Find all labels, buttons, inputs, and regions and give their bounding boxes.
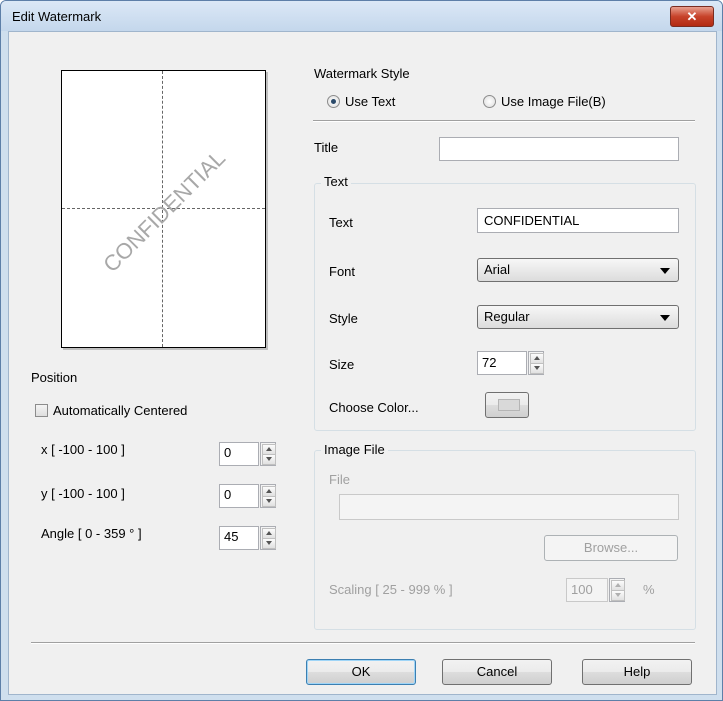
scaling-unit: %	[643, 582, 655, 597]
angle-input[interactable]: 45	[219, 526, 259, 550]
font-value: Arial	[484, 262, 511, 277]
style-value: Regular	[484, 309, 530, 324]
dialog-title: Edit Watermark	[12, 9, 102, 24]
font-label: Font	[329, 264, 356, 279]
angle-down-arrow-icon[interactable]	[262, 538, 276, 549]
use-image-file-label[interactable]: Use Image File(B)	[501, 94, 606, 109]
text-label: Text	[329, 215, 353, 230]
x-stepper[interactable]	[260, 442, 276, 466]
use-image-file-radio[interactable]	[483, 95, 496, 108]
use-text-label[interactable]: Use Text	[345, 94, 395, 109]
dialog-body: CONFIDENTIAL Position Automatically Cent…	[8, 31, 717, 695]
x-label: x [ -100 - 100 ]	[41, 442, 125, 457]
choose-color-button[interactable]	[485, 392, 529, 418]
color-swatch	[498, 399, 520, 411]
close-icon: ✕	[686, 9, 698, 24]
style-label: Style	[329, 311, 358, 326]
size-input[interactable]: 72	[477, 351, 527, 375]
text-group-heading: Text	[321, 174, 351, 189]
title-bar[interactable]: Edit Watermark ✕	[1, 1, 722, 31]
auto-centered-label[interactable]: Automatically Centered	[53, 403, 187, 418]
chevron-down-icon	[660, 268, 670, 274]
scaling-stepper[interactable]	[609, 578, 625, 602]
file-input[interactable]	[339, 494, 679, 520]
size-stepper[interactable]	[528, 351, 544, 375]
choose-color-label: Choose Color...	[329, 400, 419, 415]
scaling-label: Scaling [ 25 - 999 % ]	[329, 582, 453, 597]
x-input[interactable]: 0	[219, 442, 259, 466]
x-down-arrow-icon[interactable]	[262, 454, 276, 465]
watermark-preview: CONFIDENTIAL	[61, 70, 266, 348]
y-label: y [ -100 - 100 ]	[41, 486, 125, 501]
preview-watermark-text: CONFIDENTIAL	[98, 145, 231, 278]
ok-button[interactable]: OK	[306, 659, 416, 685]
scaling-input[interactable]: 100	[566, 578, 608, 602]
chevron-down-icon	[660, 315, 670, 321]
browse-button[interactable]: Browse...	[544, 535, 678, 561]
auto-centered-checkbox[interactable]	[35, 404, 48, 417]
close-button[interactable]: ✕	[670, 6, 714, 27]
font-select[interactable]: Arial	[477, 258, 679, 282]
size-down-arrow-icon[interactable]	[530, 363, 544, 374]
y-input[interactable]: 0	[219, 484, 259, 508]
angle-label: Angle [ 0 - 359 ° ]	[41, 526, 142, 541]
title-input[interactable]	[439, 137, 679, 161]
use-text-radio[interactable]	[327, 95, 340, 108]
file-label: File	[329, 472, 350, 487]
angle-stepper[interactable]	[260, 526, 276, 550]
footer-separator	[31, 642, 695, 644]
cancel-button[interactable]: Cancel	[442, 659, 552, 685]
help-button[interactable]: Help	[582, 659, 692, 685]
size-label: Size	[329, 357, 355, 372]
y-down-arrow-icon[interactable]	[262, 496, 276, 507]
position-heading: Position	[31, 370, 78, 385]
image-file-group-heading: Image File	[321, 442, 388, 457]
watermark-style-heading: Watermark Style	[314, 66, 410, 81]
style-separator	[313, 120, 695, 122]
y-stepper[interactable]	[260, 484, 276, 508]
edit-watermark-dialog: Edit Watermark ✕ CONFIDENTIAL Position A…	[0, 0, 723, 701]
scaling-down-arrow-icon[interactable]	[611, 590, 625, 601]
style-select[interactable]: Regular	[477, 305, 679, 329]
text-input[interactable]: CONFIDENTIAL	[477, 208, 679, 233]
title-label: Title	[314, 140, 339, 155]
